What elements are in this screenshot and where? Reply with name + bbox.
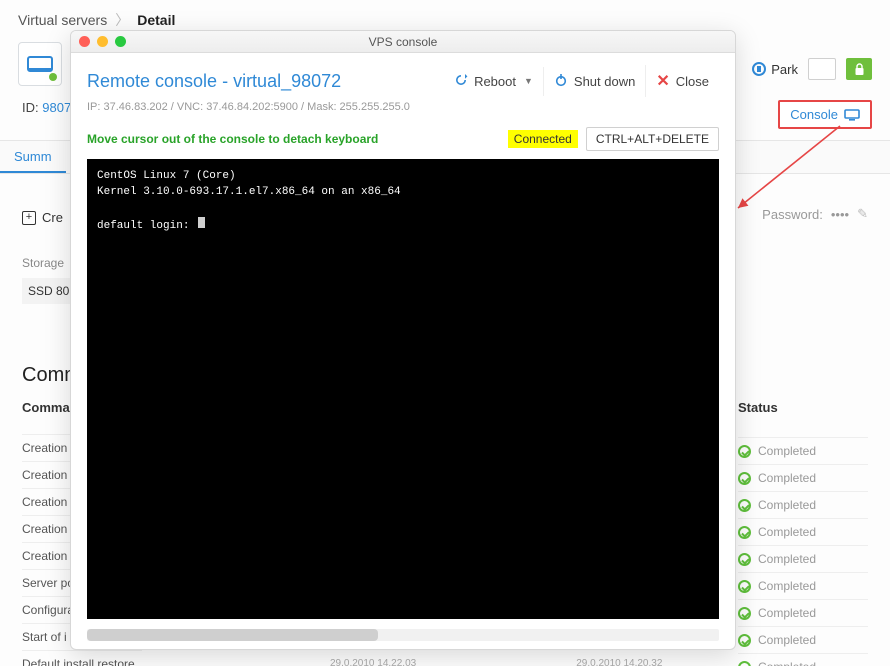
check-circle-icon [738,580,751,593]
close-icon: ✕ [656,71,669,91]
create-snapshot-label: Cre [42,210,63,225]
close-button[interactable]: ✕ Close [645,65,719,97]
list-item: Default install restore [22,650,142,666]
detach-hint: Move cursor out of the console to detach… [87,132,378,146]
check-circle-icon [738,634,751,647]
id-value[interactable]: 9807 [42,100,71,115]
status-row: Completed [738,518,868,545]
cursor-icon [198,217,205,228]
status-row: Completed [738,545,868,572]
password-label: Password: [762,207,823,222]
scrollbar-thumb[interactable] [87,629,378,641]
lock-button[interactable] [846,58,872,80]
check-circle-icon [738,553,751,566]
check-circle-icon [738,499,751,512]
id-line: ID: 9807 [0,100,71,123]
close-label: Close [676,74,709,89]
timestamp: 29.0.2010 14.22.03 [330,658,416,666]
chevron-right-icon: 〉 [115,10,129,30]
status-text: Completed [758,606,816,620]
status-row: Completed [738,491,868,518]
status-text: Completed [758,525,816,539]
status-text: Completed [758,471,816,485]
console-button-label: Console [790,107,838,122]
window-title: VPS console [71,35,735,49]
terminal-line: default login: [97,220,196,232]
status-text: Completed [758,444,816,458]
status-text: Completed [758,498,816,512]
modal-actions: Reboot ▼ Shut down ✕ Close [444,65,719,97]
status-text: Completed [758,579,816,593]
check-circle-icon [738,445,751,458]
shutdown-button[interactable]: Shut down [543,67,645,96]
modal-title: Remote console - virtual_98072 [87,71,341,92]
check-circle-icon [738,472,751,485]
reboot-icon [454,73,468,90]
ctrl-alt-delete-button[interactable]: CTRL+ALT+DELETE [586,127,719,151]
connected-badge: Connected [508,130,578,148]
status-row: Completed [738,572,868,599]
park-controls: Park [752,58,872,80]
status-dot-icon [49,73,57,81]
plus-icon: + [22,211,36,225]
shutdown-label: Shut down [574,74,635,89]
reboot-label: Reboot [474,74,516,89]
horizontal-scrollbar[interactable] [87,629,719,641]
breadcrumb-current: Detail [137,12,175,28]
vps-console-modal: VPS console Remote console - virtual_980… [70,30,736,650]
status-row: Completed [738,626,868,653]
status-column: Status Completed Completed Completed Com… [738,400,868,666]
console-button[interactable]: Console [778,100,872,129]
modal-subtitle: IP: 37.46.83.202 / VNC: 37.46.84.202:590… [87,101,719,113]
status-text: Completed [758,633,816,647]
password-row: Password: •••• ✎ [762,206,868,222]
park-text: Park [771,62,798,77]
status-row: Completed [738,599,868,626]
terminal-line: CentOS Linux 7 (Core) [97,170,236,182]
breadcrumb-root[interactable]: Virtual servers [18,12,107,28]
terminal[interactable]: CentOS Linux 7 (Core) Kernel 3.10.0-693.… [87,159,719,619]
status-text: Completed [758,552,816,566]
window-titlebar[interactable]: VPS console [71,31,735,53]
server-icon [18,42,62,86]
status-row: Completed [738,653,868,666]
park-label: Park [752,62,798,77]
check-circle-icon [738,661,751,666]
status-row: Completed [738,437,868,464]
park-toggle[interactable] [808,58,836,80]
monitor-icon [844,109,860,121]
footer-timestamps: 29.0.2010 14.22.03 29.0.2010 14.20.32 [330,658,662,666]
modal-toolbar: Move cursor out of the console to detach… [71,119,735,159]
status-text: Completed [758,660,816,666]
password-value: •••• [831,207,849,222]
reboot-button[interactable]: Reboot ▼ [444,67,543,96]
timestamp: 29.0.2010 14.20.32 [576,658,662,666]
check-circle-icon [738,607,751,620]
tab-summary[interactable]: Summ [0,141,66,173]
pencil-icon[interactable]: ✎ [857,206,868,222]
pause-icon [752,62,766,76]
power-icon [554,73,568,90]
terminal-line: Kernel 3.10.0-693.17.1.el7.x86_64 on an … [97,186,401,198]
chevron-down-icon[interactable]: ▼ [524,76,533,86]
status-row: Completed [738,464,868,491]
check-circle-icon [738,526,751,539]
status-header: Status [738,400,868,415]
modal-header: Remote console - virtual_98072 Reboot ▼ … [71,53,735,119]
id-prefix: ID: [22,100,39,115]
